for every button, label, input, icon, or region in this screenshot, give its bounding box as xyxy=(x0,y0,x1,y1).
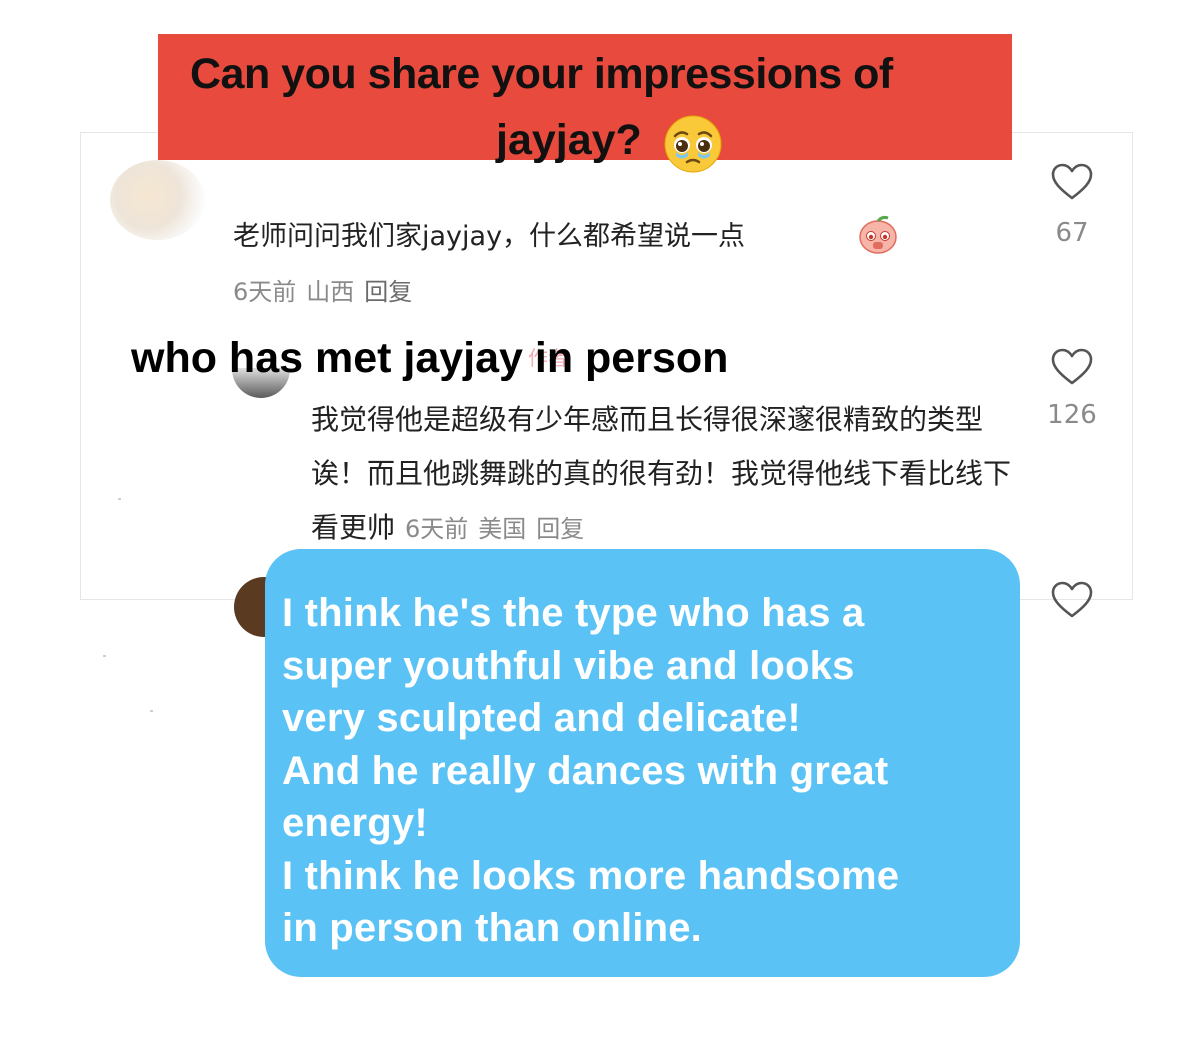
comment-meta: 6天前 山西 回复 xyxy=(233,272,412,307)
comment-time: 6天前 xyxy=(405,515,469,543)
like-heart-icon[interactable] xyxy=(1050,162,1094,202)
question-line-2: jayjay? xyxy=(496,116,642,164)
translation-line: very sculpted and delicate! xyxy=(282,696,801,740)
translation-line: super youthful vibe and looks xyxy=(282,643,855,688)
question-line-1: Can you share your impressions of xyxy=(190,50,893,98)
reply-button[interactable]: 回复 xyxy=(536,515,584,543)
translation-line: I think he looks more handsome xyxy=(282,853,900,898)
translation-text: I think he's the type who has a super yo… xyxy=(282,587,1012,955)
speck xyxy=(150,710,153,712)
speck xyxy=(103,655,106,657)
avatar[interactable] xyxy=(110,160,205,240)
peach-pleading-icon xyxy=(859,215,897,254)
speck xyxy=(118,498,121,500)
like-heart-icon[interactable] xyxy=(1050,347,1094,387)
like-count: 126 xyxy=(1047,400,1097,430)
translation-line: I think he's the type who has a xyxy=(282,591,865,635)
overlay-caption: who has met jayjay in person xyxy=(131,334,729,382)
comment-location: 美国 xyxy=(478,515,527,543)
translation-line: in person than online. xyxy=(282,906,702,950)
translation-line: energy! xyxy=(282,801,428,845)
comment-text: 老师问问我们家jayjay，什么都希望说一点 xyxy=(233,221,746,252)
translation-line: And he really dances with great xyxy=(282,748,889,793)
pleading-face-icon xyxy=(664,115,722,173)
comment-meta: 6天前 美国 回复 xyxy=(405,515,584,543)
like-heart-icon[interactable] xyxy=(1050,580,1094,620)
comment-time: 6天前 xyxy=(233,278,297,306)
comment-text-block: 我觉得他是超级有少年感而且长得很深邃很精致的类型诶！而且他跳舞跳的真的很有劲！我… xyxy=(311,393,1011,556)
like-count: 67 xyxy=(1055,218,1089,248)
reply-button[interactable]: 回复 xyxy=(364,278,412,306)
comment-location: 山西 xyxy=(306,278,355,306)
